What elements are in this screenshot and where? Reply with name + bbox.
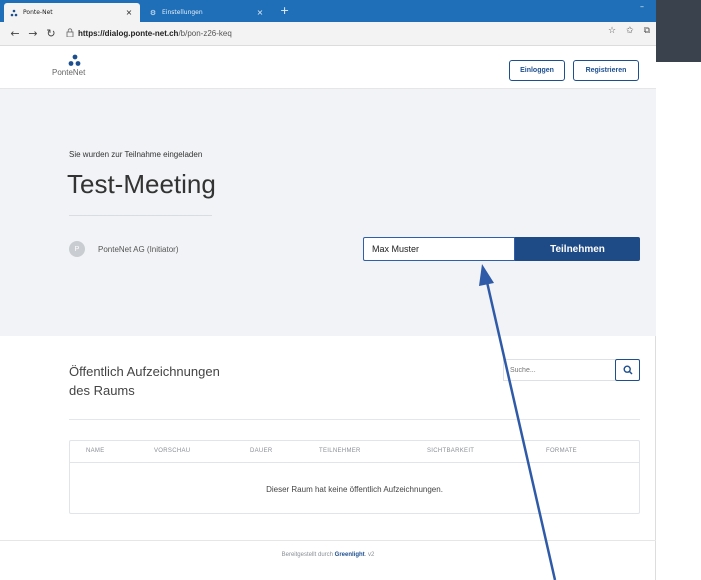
login-button[interactable]: Einloggen	[509, 60, 565, 81]
name-input[interactable]	[363, 237, 515, 261]
search-icon	[622, 365, 633, 375]
forward-icon[interactable]: →	[24, 25, 42, 43]
table-header: NAME VORSCHAU DAUER TEILNEHMER SICHTBARK…	[70, 441, 639, 463]
back-icon[interactable]: ←	[6, 25, 24, 43]
recordings-title-line1: Öffentlich Aufzeichnungen	[69, 364, 220, 379]
column-header-preview[interactable]: VORSCHAU	[154, 448, 190, 454]
tab-einstellungen[interactable]: ⚙ Einstellungen ×	[143, 3, 271, 22]
column-header-formats[interactable]: FORMATE	[546, 448, 577, 454]
column-header-participants[interactable]: TEILNEHMER	[319, 448, 361, 454]
owner-name: PonteNet AG (Initiator)	[98, 245, 179, 254]
recordings-title: Öffentlich Aufzeichnungen des Raums	[69, 362, 269, 400]
meeting-title: Test-Meeting	[67, 169, 216, 199]
owner-avatar: P	[69, 241, 85, 257]
window-minimize-button[interactable]: –	[640, 2, 644, 11]
address-bar: ← → ↻ https://dialog.ponte-net.ch/b/pon-…	[0, 22, 656, 46]
tab-ponte-net[interactable]: Ponte-Net ×	[4, 3, 140, 22]
search-button[interactable]	[615, 359, 640, 381]
invite-text: Sie wurden zur Teilnahme eingeladen	[69, 150, 203, 159]
logo-text: PonteNet	[52, 68, 86, 77]
lock-icon	[66, 27, 74, 40]
browser-tab-bar: Ponte-Net × ⚙ Einstellungen × + –	[0, 0, 656, 22]
recordings-table: NAME VORSCHAU DAUER TEILNEHMER SICHTBARK…	[69, 440, 640, 514]
web-page: PonteNet Einloggen Registrieren Sie wurd…	[0, 46, 656, 580]
gear-icon: ⚙	[149, 8, 157, 17]
footer: Bereitgestellt durch Greenlight. v2	[0, 552, 656, 558]
title-divider	[69, 215, 212, 216]
logo-dots-icon	[68, 54, 81, 66]
footer-prefix: Bereitgestellt durch	[281, 552, 333, 558]
favorites-bar-icon[interactable]: ✩	[626, 26, 634, 36]
tab-close-icon[interactable]: ×	[124, 8, 134, 17]
column-header-visibility[interactable]: SICHTBARKEIT	[427, 448, 474, 454]
url-field[interactable]: https://dialog.ponte-net.ch/b/pon-z26-ke…	[78, 29, 232, 38]
column-header-name[interactable]: NAME	[86, 448, 105, 454]
collections-icon[interactable]: ⧉	[644, 26, 650, 36]
recordings-title-line2: des Raums	[69, 383, 135, 398]
tab-close-icon[interactable]: ×	[255, 8, 265, 17]
address-bar-actions: ☆ ✩ ⧉	[608, 26, 650, 36]
join-hero: Sie wurden zur Teilnahme eingeladen Test…	[0, 89, 656, 336]
register-button[interactable]: Registrieren	[573, 60, 639, 81]
greenlight-link[interactable]: Greenlight	[335, 552, 365, 558]
recordings-divider	[69, 419, 640, 420]
empty-table-message: Dieser Raum hat keine öffentlich Aufzeic…	[266, 485, 443, 494]
join-button[interactable]: Teilnehmen	[515, 237, 640, 261]
tab-title: Einstellungen	[162, 9, 203, 16]
column-header-duration[interactable]: DAUER	[250, 448, 273, 454]
url-domain: https://dialog.ponte-net.ch	[78, 29, 179, 38]
screen: Ponte-Net × ⚙ Einstellungen × + – ← → ↻ …	[0, 0, 701, 580]
footer-divider	[0, 540, 656, 541]
app-header: PonteNet Einloggen Registrieren	[0, 46, 656, 89]
desktop-background	[656, 0, 701, 62]
tab-title: Ponte-Net	[23, 9, 53, 16]
pontenet-logo[interactable]: PonteNet	[52, 54, 92, 80]
recordings-search-input[interactable]	[503, 359, 615, 381]
reload-icon[interactable]: ↻	[42, 25, 60, 43]
ponte-net-favicon-icon	[10, 9, 18, 17]
favorite-star-icon[interactable]: ☆	[608, 26, 616, 36]
url-path: /b/pon-z26-keq	[178, 29, 232, 38]
footer-suffix: . v2	[364, 552, 375, 558]
new-tab-button[interactable]: +	[280, 3, 289, 19]
